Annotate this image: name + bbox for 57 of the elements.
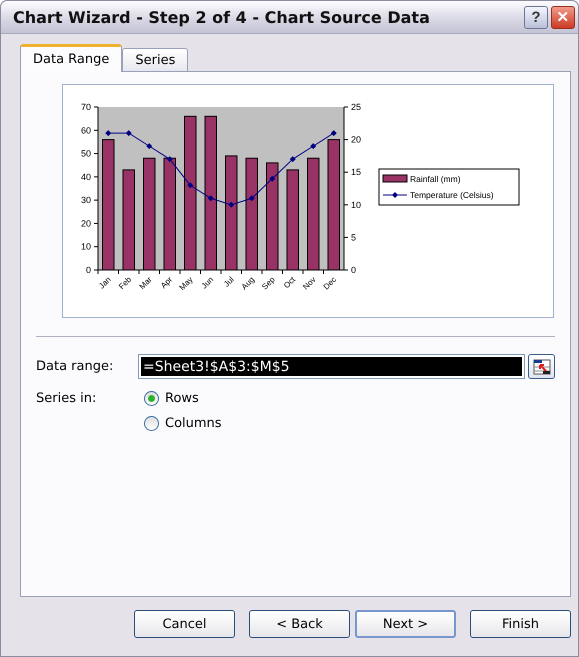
axis-category-label: Jul [222, 275, 236, 289]
axis-tick-label: 5 [351, 232, 356, 242]
data-point-marker [105, 130, 112, 136]
axis-tick-label: 0 [351, 265, 356, 275]
axis-category-label: Oct [282, 275, 298, 290]
dialog-button[interactable]: < Back [249, 610, 350, 638]
axis-category-label: Aug [240, 275, 256, 292]
axis-tick-label: 20 [80, 218, 91, 228]
legend-line-swatch [382, 192, 408, 198]
axis-category-label: Jun [200, 275, 216, 291]
axis-category-label: May [178, 275, 195, 292]
axis-category-label: Nov [301, 275, 318, 292]
data-point-marker [310, 143, 316, 150]
axis-category-label: Apr [159, 275, 174, 290]
tab[interactable]: Data Range [20, 44, 122, 72]
data-point-marker [330, 130, 337, 136]
range-picker-icon [532, 358, 551, 374]
axis-tick-label: 20 [351, 134, 362, 145]
field-label: Data range: [36, 359, 114, 374]
data-point-marker [166, 156, 173, 162]
data-point-marker [290, 156, 296, 162]
data-point-marker [187, 182, 194, 188]
legend-bar-swatch [382, 174, 408, 182]
window-title: Chart Wizard - Step 2 of 4 - Chart Source Data [13, 8, 431, 26]
axis-category-label: Jan [97, 275, 113, 291]
axis-tick-label: 60 [80, 125, 91, 136]
dialog-button[interactable]: Next > [355, 610, 456, 638]
legend-label: Rainfall (mm) [410, 174, 461, 184]
help-button[interactable]: ? [524, 6, 548, 28]
axis-category-label: Sep [260, 275, 277, 292]
radio-option[interactable]: Columns [144, 416, 222, 431]
axis-tick-label: 30 [80, 195, 91, 206]
collapse-dialog-button[interactable] [528, 354, 555, 379]
axis-tick-label: 25 [351, 102, 362, 112]
dialog-button[interactable]: Cancel [134, 610, 235, 638]
data-point-marker [126, 130, 132, 136]
data-point-marker [248, 195, 255, 202]
radio-option[interactable]: Rows [144, 391, 199, 406]
axis-tick-label: 40 [80, 172, 91, 182]
axis-tick-label: 70 [80, 102, 91, 112]
data-point-marker [208, 195, 214, 202]
data-point-marker [228, 202, 234, 208]
axis-tick-label: 10 [80, 242, 91, 252]
axis-category-label: Mar [138, 275, 154, 292]
axis-tick-label: 50 [80, 148, 91, 159]
legend-label: Temperature (Celsius) [410, 190, 494, 200]
data-range-field[interactable]: =Sheet3!$A$3:$M$5 [138, 354, 526, 379]
field-label: Series in: [36, 391, 98, 406]
dialog-button[interactable]: Finish [470, 610, 571, 638]
data-point-marker [146, 143, 152, 150]
axis-tick-label: 0 [86, 265, 91, 275]
axis-category-label: Dec [322, 275, 338, 292]
tab[interactable]: Series [122, 48, 188, 71]
axis-tick-label: 10 [351, 200, 362, 210]
axis-tick-label: 15 [351, 167, 362, 178]
axis-category-label: Feb [117, 275, 134, 292]
data-point-marker [269, 176, 276, 182]
